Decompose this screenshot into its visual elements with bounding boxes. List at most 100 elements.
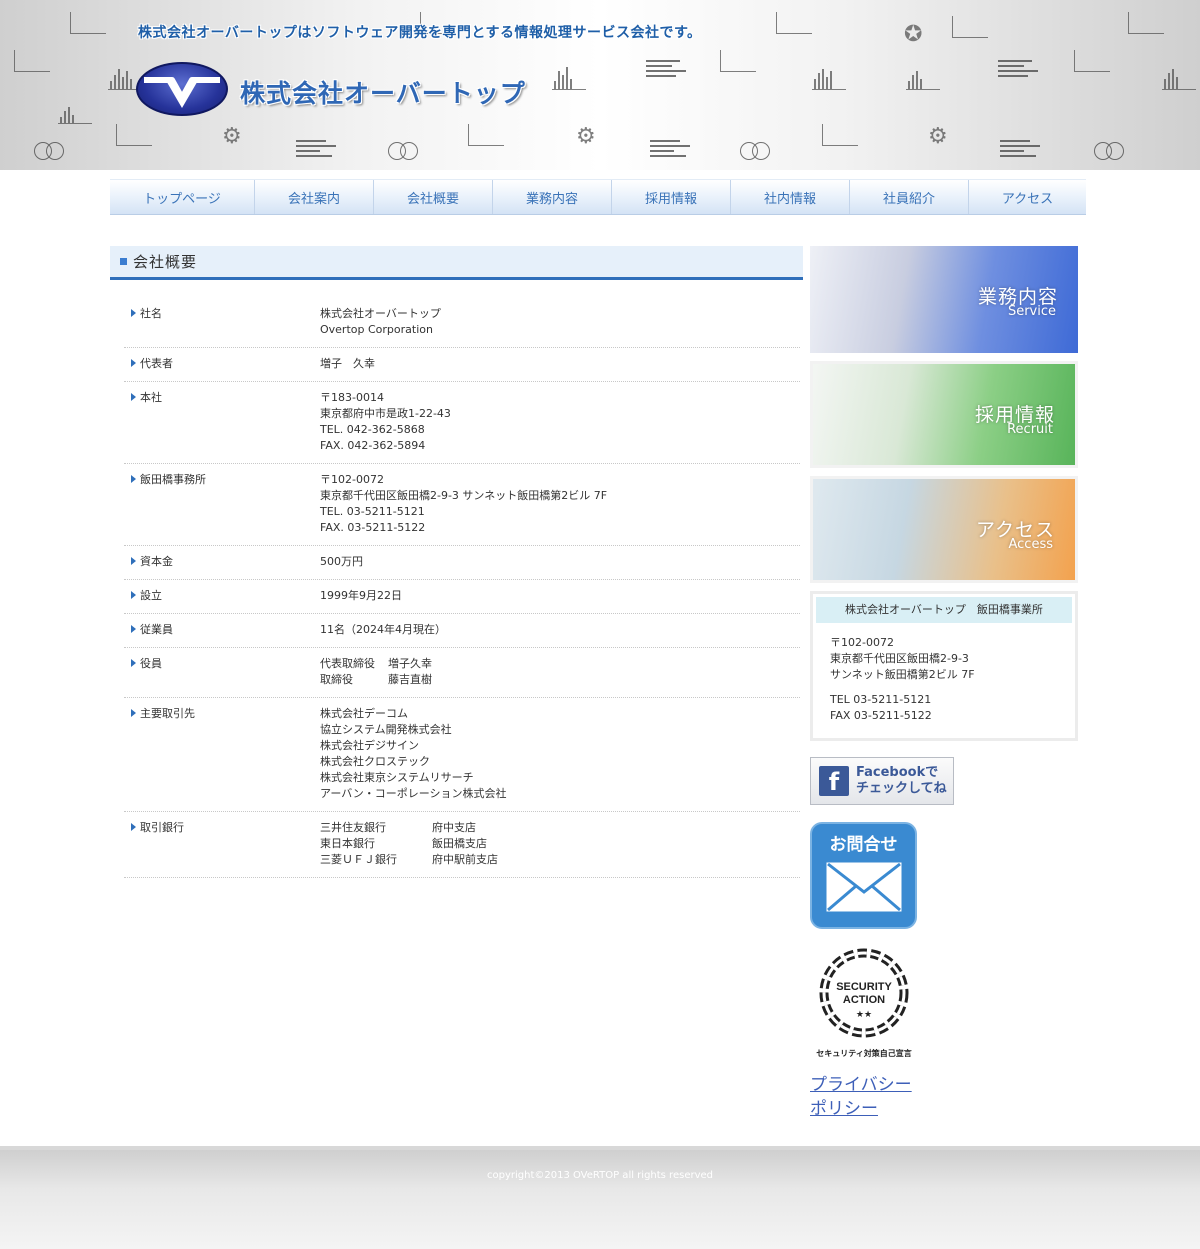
compass-icon: ✪ [904, 22, 923, 47]
office-postal: 〒102-0072 [830, 636, 894, 649]
site-footer: copyright©2013 OVeRTOP all rights reserv… [0, 1146, 1200, 1249]
nav-item-top[interactable]: トップページ [110, 180, 255, 214]
square-bullet-icon [120, 258, 127, 265]
value-line: 増子 久幸 [320, 357, 375, 370]
contact-button[interactable]: お問合せ [810, 822, 917, 929]
value-line: 500万円 [320, 555, 363, 568]
nav-item-internal-info[interactable]: 社内情報 [731, 180, 850, 214]
bar-chart-icon [906, 68, 940, 90]
client-name: 協立システム開発株式会社 [320, 723, 452, 736]
row-label: 役員 [124, 656, 320, 688]
banner-subtitle: Service [1007, 304, 1056, 319]
security-line1: SECURITY [836, 981, 892, 993]
officer-name: 増子久幸 [388, 657, 432, 670]
bank-branch: 飯田橋支店 [432, 837, 487, 850]
bank-entry: 三井住友銀行 府中支店 [320, 820, 800, 836]
sidebar: 業務内容 Service 採用情報 Recruit アクセス Access 株式… [810, 246, 1078, 1121]
row-value: 500万円 [320, 554, 800, 570]
company-logo-icon[interactable] [136, 62, 228, 116]
bar-chart-icon [552, 67, 586, 90]
global-nav: トップページ 会社案内 会社概要 業務内容 採用情報 社内情報 社員紹介 アクセ… [110, 179, 1086, 215]
scatter-chart-icon [776, 12, 812, 34]
client-name: アーバン・コーポレーション株式会社 [320, 787, 507, 800]
bar-chart-icon [58, 102, 92, 124]
table-row: 役員 代表取締役 増子久幸 取締役 藤吉直樹 [124, 648, 800, 698]
access-banner[interactable]: アクセス Access [810, 476, 1078, 583]
table-row: 従業員 11名（2024年4月現在） [124, 614, 800, 648]
value-line: 東京都千代田区飯田橋2-9-3 サンネット飯田橋第2ビル 7F [320, 489, 608, 502]
row-value: 三井住友銀行 府中支店 東日本銀行 飯田橋支店 三菱ＵＦＪ銀行 府中駅前支店 [320, 820, 800, 868]
company-logo-text[interactable]: 株式会社オーバートップ [240, 74, 526, 110]
banner-subtitle: Recruit [1007, 422, 1053, 437]
bank-name: 三菱ＵＦＪ銀行 [320, 853, 397, 866]
table-row: 代表者 増子 久幸 [124, 348, 800, 382]
list-chart-icon [998, 60, 1038, 80]
list-chart-icon [296, 140, 336, 160]
rings-icon [388, 142, 420, 160]
security-line2: ACTION [843, 994, 885, 1006]
office-title: 株式会社オーバートップ 飯田橋事業所 [816, 597, 1072, 623]
row-label: 取引銀行 [124, 820, 320, 868]
security-stars: ★★ [856, 1010, 872, 1020]
office-fax: FAX 03-5211-5122 [830, 709, 932, 722]
service-banner[interactable]: 業務内容 Service [810, 246, 1078, 353]
table-row: 飯田橋事務所 〒102-0072 東京都千代田区飯田橋2-9-3 サンネット飯田… [124, 464, 800, 546]
bank-branch: 府中駅前支店 [432, 853, 498, 866]
nav-item-recruit[interactable]: 採用情報 [612, 180, 731, 214]
scatter-chart-icon [1128, 12, 1164, 34]
line-chart-icon [822, 124, 858, 146]
privacy-link-line2: ポリシー [810, 1099, 878, 1119]
facebook-label-line2: チェックしてね [856, 781, 947, 796]
gear-icon: ⚙ [928, 124, 948, 149]
recruit-banner[interactable]: 採用情報 Recruit [810, 361, 1078, 468]
list-chart-icon [650, 140, 690, 160]
bank-name: 三井住友銀行 [320, 821, 386, 834]
table-row: 社名 株式会社オーバートップ Overtop Corporation [124, 298, 800, 348]
section-title: 会社概要 [110, 246, 803, 280]
security-action-badge[interactable]: SECURITY ACTION ★★ セキュリティ対策自己宣言 [810, 945, 918, 1059]
header-tagline: 株式会社オーバートップはソフトウェア開発を専門とする情報処理サービス会社です。 [138, 25, 702, 41]
officer-role: 代表取締役 [320, 657, 375, 670]
officer-name: 藤吉直樹 [388, 673, 432, 686]
row-label: 主要取引先 [124, 706, 320, 802]
client-name: 株式会社クロステック [320, 755, 430, 768]
value-line: 1999年9月22日 [320, 589, 402, 602]
nav-item-access[interactable]: アクセス [969, 180, 1086, 214]
table-row: 本社 〒183-0014 東京都府中市是政1-22-43 TEL. 042-36… [124, 382, 800, 464]
office-address-line2: サンネット飯田橋第2ビル 7F [830, 668, 975, 681]
value-line: Overtop Corporation [320, 323, 433, 336]
officer-entry: 代表取締役 増子久幸 [320, 656, 800, 672]
nav-item-company-guide[interactable]: 会社案内 [255, 180, 374, 214]
nav-item-company-overview[interactable]: 会社概要 [374, 180, 493, 214]
row-value: 11名（2024年4月現在） [320, 622, 800, 638]
nav-item-services[interactable]: 業務内容 [493, 180, 612, 214]
list-chart-icon [646, 60, 686, 80]
section-title-text: 会社概要 [133, 253, 198, 271]
contact-label: お問合せ [829, 835, 898, 855]
row-value: 株式会社デーコム 協立システム開発株式会社 株式会社デジサイン 株式会社クロステ… [320, 706, 800, 802]
privacy-policy-link[interactable]: プライバシー ポリシー [810, 1073, 1078, 1121]
main-content: 会社概要 社名 株式会社オーバートップ Overtop Corporation … [110, 246, 803, 878]
table-row: 設立 1999年9月22日 [124, 580, 800, 614]
officer-entry: 取締役 藤吉直樹 [320, 672, 800, 688]
row-value: 1999年9月22日 [320, 588, 800, 604]
value-line: FAX. 03-5211-5122 [320, 521, 426, 534]
row-label: 本社 [124, 390, 320, 454]
office-address-line1: 東京都千代田区飯田橋2-9-3 [830, 652, 969, 665]
row-value: 〒183-0014 東京都府中市是政1-22-43 TEL. 042-362-5… [320, 390, 800, 454]
table-row: 資本金 500万円 [124, 546, 800, 580]
scatter-chart-icon [70, 12, 106, 34]
row-value: 増子 久幸 [320, 356, 800, 372]
row-value: 代表取締役 増子久幸 取締役 藤吉直樹 [320, 656, 800, 688]
value-line: 〒183-0014 [320, 391, 384, 404]
security-action-icon: SECURITY ACTION ★★ [819, 948, 909, 1038]
bar-chart-icon [812, 68, 846, 90]
value-line: FAX. 042-362-5894 [320, 439, 426, 452]
value-line: 東京都府中市是政1-22-43 [320, 407, 451, 420]
security-caption: セキュリティ対策自己宣言 [816, 1049, 912, 1058]
row-label: 飯田橋事務所 [124, 472, 320, 536]
nav-item-staff[interactable]: 社員紹介 [850, 180, 969, 214]
facebook-button[interactable]: f Facebookで チェックしてね [810, 757, 954, 805]
banner-subtitle: Access [1008, 537, 1053, 552]
site-header: ⚙ ⚙ ⚙ ✪ 株式会社オーバートップはソフトウェア開発を専門とする情報処理サー… [0, 0, 1200, 170]
